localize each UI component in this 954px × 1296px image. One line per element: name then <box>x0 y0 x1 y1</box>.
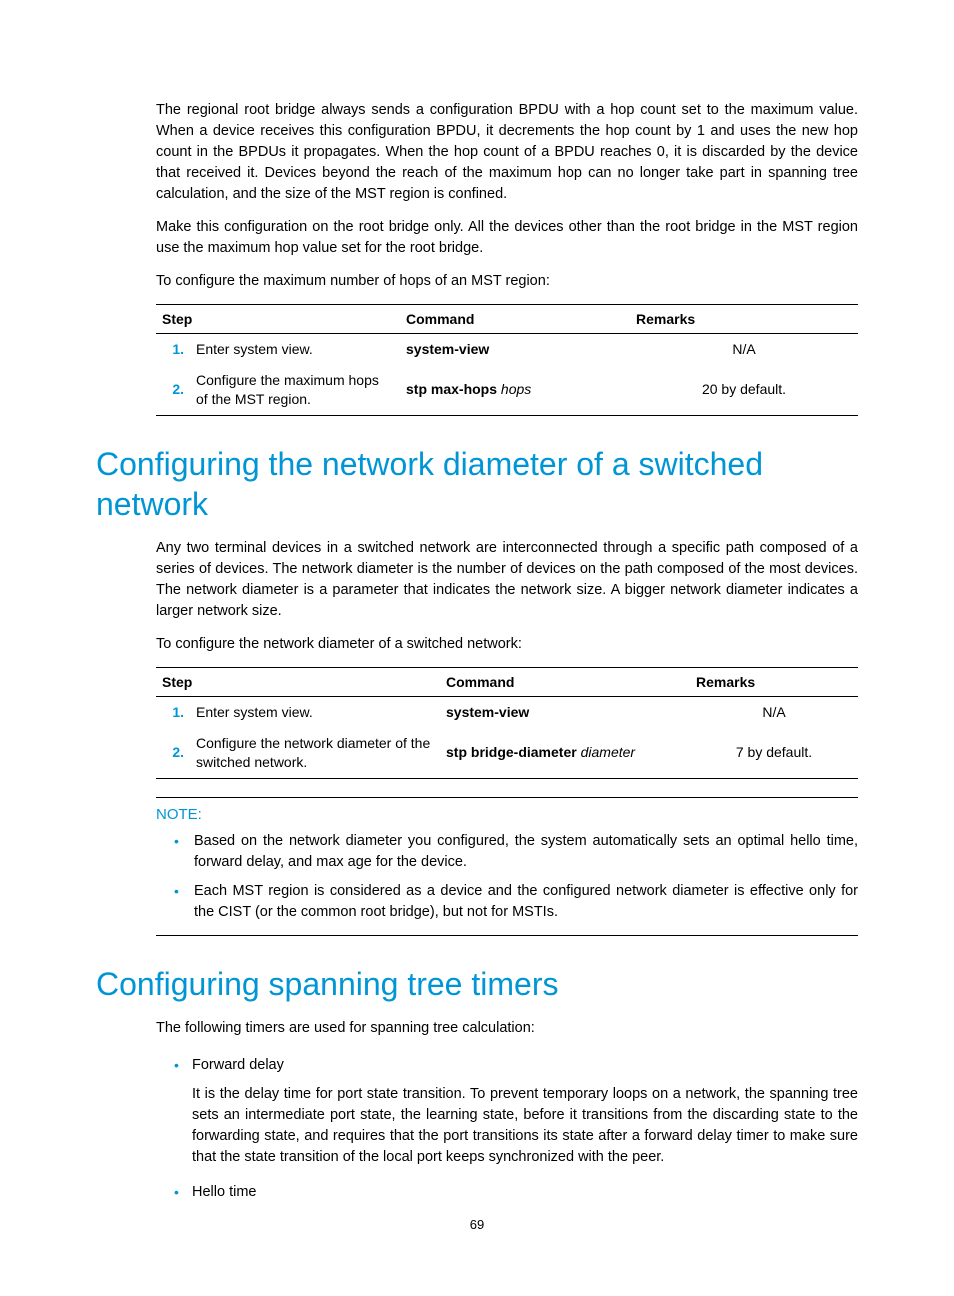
page: The regional root bridge always sends a … <box>0 0 954 1296</box>
step-desc: Configure the network diameter of the sw… <box>190 728 440 778</box>
intro-block: The regional root bridge always sends a … <box>156 100 858 416</box>
heading-spanning-tree-timers: Configuring spanning tree timers <box>96 964 858 1004</box>
list-item: Forward delay <box>156 1051 858 1080</box>
step-command: system-view <box>440 696 690 727</box>
cmd-keyword: system-view <box>406 341 489 357</box>
timer-list: Hello time <box>156 1178 858 1207</box>
cmd-keyword: stp bridge-diameter <box>446 744 577 760</box>
cmd-keyword: system-view <box>446 704 529 720</box>
note-list: Based on the network diameter you config… <box>174 827 858 927</box>
col-header-step: Step <box>156 305 400 334</box>
step-number: 1. <box>156 334 190 365</box>
cmd-keyword: stp max-hops <box>406 381 497 397</box>
step-command: stp max-hops hops <box>400 365 630 415</box>
step-remarks: N/A <box>690 696 858 727</box>
note-item: Each MST region is considered as a devic… <box>174 877 858 927</box>
note-block: NOTE: Based on the network diameter you … <box>156 797 858 936</box>
list-item-desc: It is the delay time for port state tran… <box>192 1084 858 1168</box>
step-desc: Enter system view. <box>190 334 400 365</box>
col-header-command: Command <box>400 305 630 334</box>
paragraph: Any two terminal devices in a switched n… <box>156 538 858 622</box>
cmd-arg: diameter <box>581 744 635 760</box>
paragraph: Make this configuration on the root brid… <box>156 217 858 259</box>
list-item: Hello time <box>156 1178 858 1207</box>
table-row: 2. Configure the network diameter of the… <box>156 728 858 778</box>
step-command: stp bridge-diameter diameter <box>440 728 690 778</box>
step-number: 1. <box>156 696 190 727</box>
note-label: NOTE: <box>156 806 858 823</box>
steps-table-max-hops: Step Command Remarks 1. Enter system vie… <box>156 304 858 416</box>
note-item: Based on the network diameter you config… <box>174 827 858 877</box>
col-header-step: Step <box>156 667 440 696</box>
col-header-command: Command <box>440 667 690 696</box>
step-desc: Configure the maximum hops of the MST re… <box>190 365 400 415</box>
step-number: 2. <box>156 728 190 778</box>
table-row: 1. Enter system view. system-view N/A <box>156 696 858 727</box>
section2-body: The following timers are used for spanni… <box>156 1018 858 1207</box>
step-remarks: N/A <box>630 334 858 365</box>
paragraph: To configure the maximum number of hops … <box>156 271 858 292</box>
cmd-arg: hops <box>501 381 531 397</box>
step-remarks: 20 by default. <box>630 365 858 415</box>
table-row: 1. Enter system view. system-view N/A <box>156 334 858 365</box>
step-number: 2. <box>156 365 190 415</box>
step-desc: Enter system view. <box>190 696 440 727</box>
step-remarks: 7 by default. <box>690 728 858 778</box>
col-header-remarks: Remarks <box>690 667 858 696</box>
steps-table-bridge-diameter: Step Command Remarks 1. Enter system vie… <box>156 667 858 779</box>
page-number: 69 <box>0 1217 954 1232</box>
section1-body: Any two terminal devices in a switched n… <box>156 538 858 936</box>
table-row: 2. Configure the maximum hops of the MST… <box>156 365 858 415</box>
col-header-remarks: Remarks <box>630 305 858 334</box>
paragraph: To configure the network diameter of a s… <box>156 634 858 655</box>
paragraph: The following timers are used for spanni… <box>156 1018 858 1039</box>
paragraph: The regional root bridge always sends a … <box>156 100 858 205</box>
heading-network-diameter: Configuring the network diameter of a sw… <box>96 444 858 524</box>
timer-list: Forward delay <box>156 1051 858 1080</box>
step-command: system-view <box>400 334 630 365</box>
